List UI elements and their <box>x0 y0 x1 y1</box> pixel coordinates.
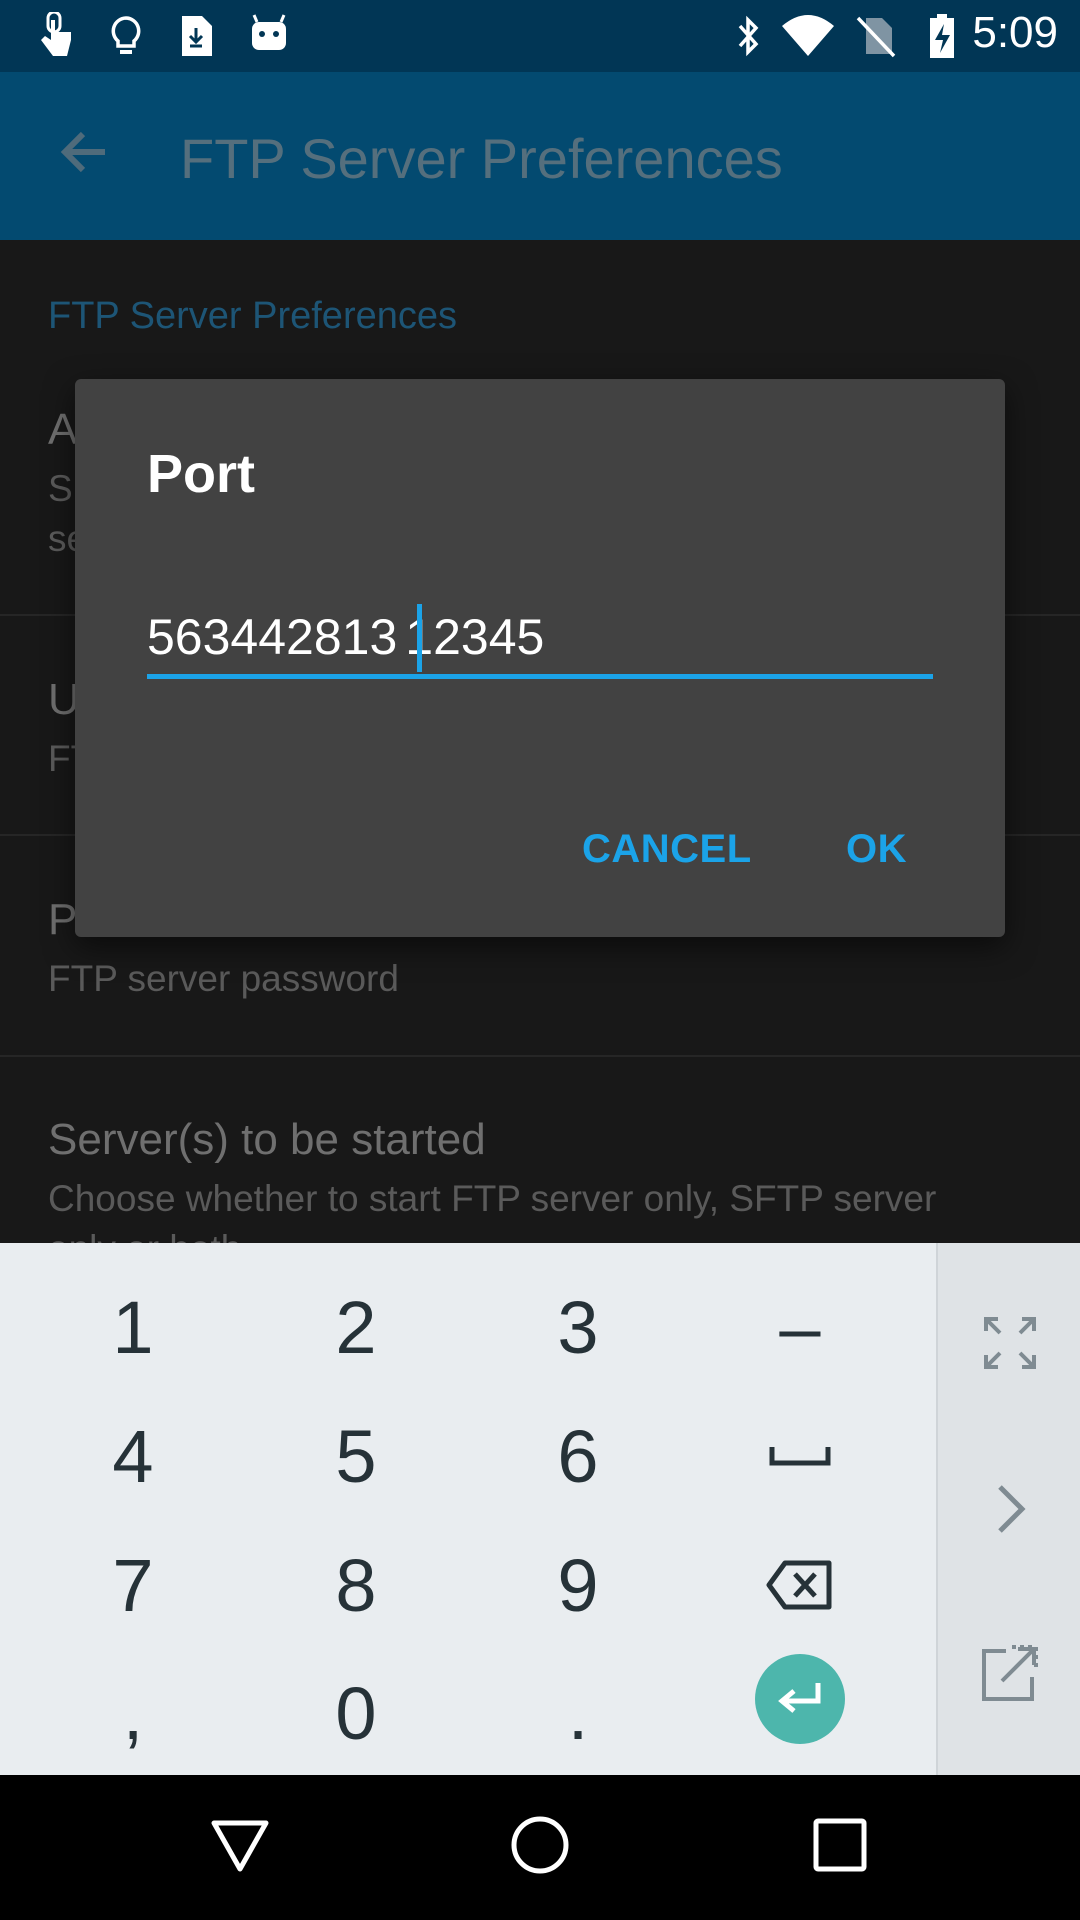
space-icon <box>769 1447 831 1466</box>
bluetooth-icon <box>738 15 759 57</box>
recents-button[interactable] <box>790 1795 890 1895</box>
port-input-value: 563442813 12345 <box>147 609 545 665</box>
key-comma[interactable]: , <box>28 1649 238 1777</box>
cancel-button[interactable]: CANCEL <box>582 827 752 872</box>
key-3[interactable]: 3 <box>473 1263 683 1391</box>
preference-category: FTP Server Preferences <box>48 295 458 337</box>
back-triangle-icon <box>211 1820 269 1872</box>
text-cursor <box>417 604 422 672</box>
wifi-icon <box>782 15 834 56</box>
fullscreen-icon <box>984 1317 1036 1369</box>
fullscreen-button[interactable] <box>938 1263 1080 1423</box>
lightbulb-icon <box>111 16 141 54</box>
status-bar: 5:09 <box>0 0 1080 72</box>
backspace-key[interactable] <box>695 1521 905 1649</box>
touch-icon <box>41 12 71 56</box>
recents-square-icon <box>813 1818 867 1872</box>
key-6[interactable]: 6 <box>473 1392 683 1520</box>
port-dialog: Port 563442813 12345 CANCEL OK <box>75 379 1005 937</box>
key-2[interactable]: 2 <box>251 1263 461 1391</box>
backspace-icon <box>766 1560 832 1610</box>
toolbar-title: FTP Server Preferences <box>180 127 783 190</box>
open-external-icon <box>982 1645 1038 1701</box>
pref-item-summary: FTP server password <box>48 958 399 999</box>
key-1[interactable]: 1 <box>28 1263 238 1391</box>
key-dash[interactable]: – <box>695 1263 905 1391</box>
pref-item-summary: S <box>48 468 73 509</box>
keyboard-side-panel <box>936 1243 1080 1775</box>
dialog-title: Port <box>147 444 255 504</box>
battery-charging-icon <box>930 14 954 58</box>
key-4[interactable]: 4 <box>28 1392 238 1520</box>
key-8[interactable]: 8 <box>251 1521 461 1649</box>
file-download-icon <box>182 16 212 56</box>
pref-item-title[interactable]: A <box>48 405 77 455</box>
key-0[interactable]: 0 <box>251 1649 461 1777</box>
numeric-keyboard: 1 2 3 – 4 5 6 7 8 9 , 0 . <box>0 1243 1080 1775</box>
back-button[interactable] <box>190 1795 290 1895</box>
status-time: 5:09 <box>972 8 1058 57</box>
divider <box>0 1055 1080 1057</box>
key-7[interactable]: 7 <box>28 1521 238 1649</box>
pref-item-title[interactable]: Server(s) to be started <box>48 1115 486 1165</box>
space-key[interactable] <box>695 1392 905 1520</box>
ok-button[interactable]: OK <box>846 827 907 872</box>
key-period[interactable]: . <box>473 1649 683 1777</box>
enter-key[interactable] <box>755 1654 845 1744</box>
navigation-bar <box>0 1775 1080 1920</box>
chevron-right-icon <box>998 1485 1026 1533</box>
no-sim-icon <box>856 16 896 58</box>
key-5[interactable]: 5 <box>251 1392 461 1520</box>
android-icon <box>252 14 286 50</box>
port-input[interactable]: 563442813 12345 <box>147 604 933 679</box>
next-button[interactable] <box>938 1429 1080 1589</box>
home-button[interactable] <box>490 1795 590 1895</box>
pref-item-summary: Choose whether to start FTP server only,… <box>48 1178 937 1219</box>
enter-icon <box>778 1683 821 1713</box>
pref-item-summary: only or both <box>48 1228 241 1243</box>
open-external-button[interactable] <box>938 1593 1080 1753</box>
key-9[interactable]: 9 <box>473 1521 683 1649</box>
back-arrow-icon[interactable] <box>55 122 115 182</box>
home-circle-icon <box>511 1816 569 1874</box>
toolbar: FTP Server Preferences <box>0 72 1080 240</box>
